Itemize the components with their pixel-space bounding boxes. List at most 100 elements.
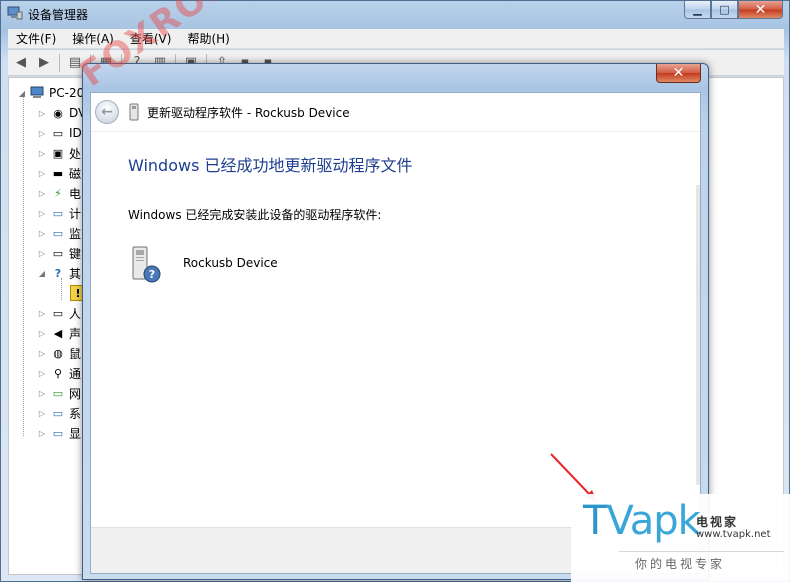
tree-item-label: 显 [69, 426, 82, 441]
tree-item-label: ID [69, 126, 82, 140]
system-devices-icon: ▭ [52, 406, 64, 420]
tree-item-label: 磁 [69, 166, 82, 181]
dialog-edge [696, 185, 700, 485]
expand-arrow-icon[interactable]: ▷ [37, 189, 47, 198]
tvapk-logo: TVapk 电视家 www.tvapk.net 你的电视专家 [571, 494, 790, 582]
expand-arrow-icon[interactable]: ▷ [37, 209, 47, 218]
logo-url: www.tvapk.net [696, 529, 771, 540]
tree-item-label: 声 [69, 326, 82, 341]
expand-arrow-icon[interactable]: ▷ [37, 369, 47, 378]
logo-slogan: 你的电视专家 [635, 557, 726, 571]
device-name: Rockusb Device [183, 256, 278, 270]
tree-item-battery[interactable]: ▷ ⚡ 电 [37, 183, 81, 203]
computer-icon [30, 85, 46, 101]
forward-arrow-icon[interactable]: ▶ [34, 53, 54, 73]
tree-item-label: 处 [69, 146, 82, 161]
optical-drive-icon: ◉ [53, 106, 63, 120]
back-button[interactable]: ← [95, 100, 119, 124]
tree-item-sound[interactable]: ▷ ◀ 声 [37, 323, 81, 343]
other-devices-icon: ? [54, 266, 62, 280]
tree-item-network[interactable]: ▷ ▭ 网 [37, 383, 81, 403]
tree-item-computer[interactable]: ▷ ▭ 计 [37, 203, 81, 223]
hid-icon: ▭ [52, 306, 64, 320]
dialog-body: Windows 已经成功地更新驱动程序文件 Windows 已经完成安装此设备的… [91, 131, 700, 499]
close-button[interactable]: ✕ [738, 1, 783, 19]
menu-file[interactable]: 文件(F) [8, 29, 64, 49]
device-manager-icon [7, 6, 23, 20]
tree-item-label: 其 [69, 266, 82, 281]
expand-arrow-icon[interactable]: ▷ [37, 109, 47, 118]
menu-help[interactable]: 帮助(H) [179, 29, 237, 49]
expand-arrow-icon[interactable]: ▷ [37, 229, 47, 238]
ide-controller-icon: ▭ [52, 126, 64, 140]
tree-root[interactable]: ◢ PC-20 [17, 83, 84, 103]
tree-root-label: PC-20 [49, 86, 85, 100]
unknown-device-icon: ? [132, 246, 161, 283]
minimize-button[interactable]: ▁ [684, 1, 711, 19]
tree-item-usb[interactable]: ▷ ⚲ 通 [37, 363, 81, 383]
window-title: 设备管理器 [28, 8, 89, 22]
keyboard-icon: ▭ [52, 246, 64, 260]
tree-item-label: 电 [69, 186, 82, 201]
main-instruction: Windows 已经成功地更新驱动程序文件 [128, 156, 413, 175]
tree-item-mouse[interactable]: ▷ ◍ 鼠 [37, 343, 81, 363]
network-adapter-icon: ▭ [52, 386, 64, 400]
tree-item-label: 系 [69, 406, 82, 421]
expand-arrow-icon[interactable]: ▷ [37, 249, 47, 258]
collapse-arrow-icon[interactable]: ◢ [37, 269, 47, 278]
logo-letters: Vapk [606, 498, 700, 544]
sound-icon: ◀ [53, 326, 63, 340]
maximize-button[interactable]: □ [711, 1, 738, 19]
logo-letter-t: T [583, 498, 607, 544]
dialog-header-title: 更新驱动程序软件 - Rockusb Device [147, 105, 350, 120]
svg-text:?: ? [149, 268, 155, 281]
usb-device-icon [129, 103, 139, 121]
expand-arrow-icon[interactable]: ▷ [37, 429, 47, 438]
expand-arrow-icon[interactable]: ▷ [37, 149, 47, 158]
expand-arrow-icon[interactable]: ▷ [37, 389, 47, 398]
mouse-icon: ◍ [53, 346, 63, 360]
dialog-close-button[interactable]: ✕ [656, 64, 701, 83]
dialog-header: ← 更新驱动程序软件 - Rockusb Device [91, 93, 700, 131]
install-complete-text: Windows 已经完成安装此设备的驱动程序软件: [128, 208, 382, 222]
disk-drive-icon: ▬ [52, 166, 64, 180]
tree-item-hid[interactable]: ▷ ▭ 人 [37, 303, 81, 323]
collapse-arrow-icon[interactable]: ◢ [17, 89, 27, 98]
tree-item-ide[interactable]: ▷ ▭ ID [37, 123, 82, 143]
tree-item-label: 鼠 [69, 346, 82, 361]
display-adapter-icon: ▭ [52, 426, 64, 440]
tree-item-label: 计 [69, 206, 82, 221]
tree-item-display[interactable]: ▷ ▭ 显 [37, 423, 81, 443]
toolbar-separator [59, 53, 60, 72]
expand-arrow-icon[interactable]: ▷ [37, 169, 47, 178]
tree-item-other-devices[interactable]: ◢ ? 其 [37, 263, 81, 283]
window-controls: ▁ □ ✕ [684, 1, 783, 19]
tree-item-monitor[interactable]: ▷ ▭ 监 [37, 223, 81, 243]
computer-icon: ▭ [52, 206, 64, 220]
logo-chinese-name: 电视家 [696, 515, 739, 529]
title-bar[interactable]: 设备管理器 ▁ □ ✕ [1, 1, 789, 27]
expand-arrow-icon[interactable]: ▷ [37, 309, 47, 318]
tree-item-dvd[interactable]: ▷ ◉ DV [37, 103, 86, 123]
expand-arrow-icon[interactable]: ▷ [37, 129, 47, 138]
logo-wordmark: TVapk [583, 498, 701, 544]
expand-arrow-icon[interactable]: ▷ [37, 329, 47, 338]
battery-icon: ⚡ [54, 186, 62, 200]
tree-item-keyboard[interactable]: ▷ ▭ 键 [37, 243, 81, 263]
back-arrow-icon[interactable]: ◀ [11, 53, 31, 73]
tree-item-processor[interactable]: ▷ ▣ 处 [37, 143, 81, 163]
tree-item-label: 网 [69, 386, 82, 401]
tree-item-label: 键 [69, 246, 82, 261]
tree-item-disk[interactable]: ▷ ▬ 磁 [37, 163, 81, 183]
logo-divider [619, 551, 784, 552]
tree-item-system[interactable]: ▷ ▭ 系 [37, 403, 81, 423]
expand-arrow-icon[interactable]: ▷ [37, 409, 47, 418]
tree-item-label: 人 [69, 306, 82, 321]
expand-arrow-icon[interactable]: ▷ [37, 349, 47, 358]
usb-controller-icon: ⚲ [53, 366, 63, 380]
tree-item-label: 监 [69, 226, 82, 241]
processor-icon: ▣ [52, 146, 64, 160]
tree-item-label: 通 [69, 366, 82, 381]
tree-line [23, 96, 24, 436]
monitor-icon: ▭ [52, 226, 64, 240]
